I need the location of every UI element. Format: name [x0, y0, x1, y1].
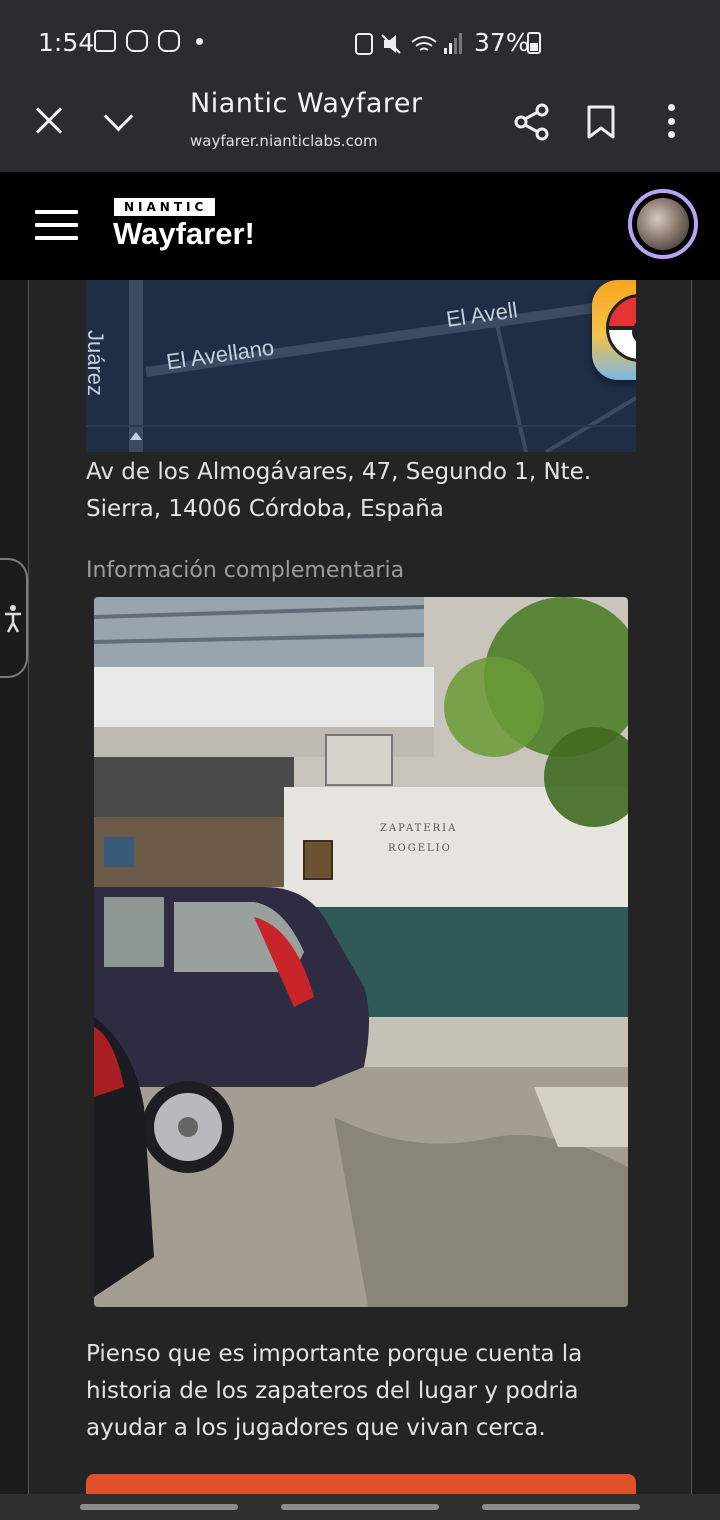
- dot-icon: [667, 131, 675, 138]
- browser-toolbar: Niantic Wayfarer wayfarer.nianticlabs.co…: [0, 88, 720, 172]
- submission-detail-panel: Juárez El Avellano El Avell Av de los Al…: [28, 280, 692, 1494]
- system-navigation-bar: [0, 1494, 720, 1520]
- location-map[interactable]: Juárez El Avellano El Avell: [86, 280, 636, 452]
- page-url[interactable]: wayfarer.nianticlabs.com: [190, 132, 378, 150]
- discord-icon: [158, 30, 180, 52]
- niantic-logo: NIANTIC: [114, 198, 216, 216]
- accessibility-icon: [5, 605, 21, 633]
- gallery-icon: [94, 30, 116, 52]
- status-bar: 1:54 37%: [0, 0, 720, 88]
- menu-icon[interactable]: [35, 210, 78, 240]
- discord-icon: [126, 30, 148, 52]
- map-label-juarez: Juárez: [86, 330, 108, 397]
- battery-icon: [527, 32, 541, 54]
- status-time: 1:54: [38, 28, 95, 57]
- battery-saver-icon: [355, 33, 373, 55]
- more-options-button[interactable]: [660, 104, 682, 138]
- notification-icons: [94, 30, 203, 52]
- signal-icon: [444, 48, 447, 54]
- system-status-icons: [355, 33, 462, 55]
- shoe-shop-photo: [94, 597, 628, 1307]
- shop-sign-line-1: ZAPATERIA: [380, 823, 458, 834]
- nav-home[interactable]: [281, 1504, 439, 1510]
- avatar[interactable]: [628, 189, 698, 259]
- page-title: Niantic Wayfarer: [190, 88, 423, 119]
- wayfarer-logo: Wayfarer!: [113, 216, 255, 251]
- nav-back[interactable]: [482, 1504, 640, 1510]
- supplemental-photo[interactable]: ZAPATERIA ROGELIO: [94, 597, 628, 1307]
- action-button[interactable]: [86, 1474, 636, 1494]
- location-address: Av de los Almogávares, 47, Segundo 1, Nt…: [86, 459, 592, 522]
- wifi-icon: [411, 36, 437, 51]
- supplemental-description: Pienso que es importante porque cuenta l…: [86, 1341, 583, 1441]
- supplemental-info-label: Información complementaria: [86, 558, 405, 583]
- accessibility-tab[interactable]: [0, 558, 28, 678]
- share-icon[interactable]: [512, 102, 552, 142]
- close-button[interactable]: [30, 102, 68, 140]
- pokemon-go-icon: [592, 280, 636, 380]
- nav-recents[interactable]: [80, 1504, 238, 1510]
- dot-icon: [196, 37, 203, 45]
- dot-icon: [667, 117, 675, 125]
- avatar-image: [637, 198, 689, 250]
- app-header: NIANTIC Wayfarer!: [0, 172, 720, 280]
- chevron-down-icon[interactable]: [100, 106, 138, 136]
- bookmark-icon[interactable]: [586, 104, 616, 140]
- battery-percent: 37%: [474, 28, 530, 57]
- shop-sign-line-2: ROGELIO: [388, 843, 452, 854]
- dot-icon: [667, 104, 675, 111]
